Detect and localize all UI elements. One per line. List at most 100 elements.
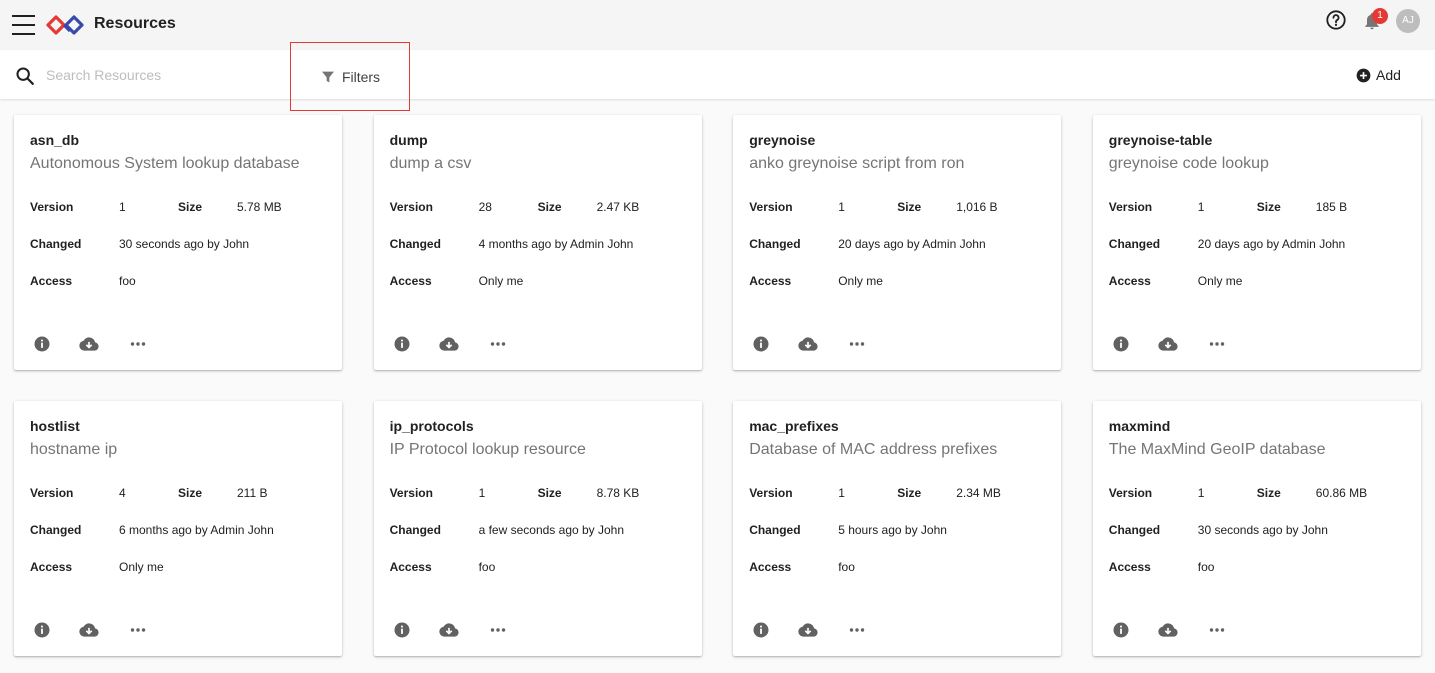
access-value: foo [119,274,136,288]
changed-value: 5 hours ago by John [838,523,947,537]
more-options-icon[interactable] [1207,621,1227,639]
size-value: 185 B [1315,200,1348,214]
resource-name[interactable]: mac_prefixes [749,418,839,434]
card-actions [751,621,891,639]
info-icon[interactable] [751,621,771,639]
hamburger-menu-icon[interactable] [12,15,36,35]
changed-value: 20 days ago by Admin John [838,237,986,251]
resource-name[interactable]: dump [390,132,428,148]
more-options-icon[interactable] [488,621,508,639]
user-avatar[interactable]: AJ [1396,9,1420,33]
access-label: Access [1108,274,1151,288]
version-label: Version [389,200,433,214]
version-label: Version [749,200,793,214]
info-icon[interactable] [1111,335,1131,353]
info-icon[interactable] [32,621,52,639]
card-actions [751,335,891,353]
changed-value: 30 seconds ago by John [1197,523,1328,537]
resource-name[interactable]: greynoise [749,132,815,148]
search-icon [16,67,34,85]
access-label: Access [749,560,792,574]
resource-description: Autonomous System lookup database [30,155,300,172]
info-icon[interactable] [392,335,412,353]
info-icon[interactable] [1111,621,1131,639]
info-icon[interactable] [392,621,412,639]
resource-description: greynoise code lookup [1108,155,1269,172]
version-label: Version [1108,200,1153,214]
version-value: 1 [838,200,845,214]
resource-card[interactable]: asn_db Autonomous System lookup database… [14,115,342,370]
help-icon[interactable] [1325,9,1347,31]
size-value: 1,016 B [956,200,998,214]
resource-card[interactable]: mac_prefixes Database of MAC address pre… [733,401,1062,656]
access-value: foo [838,560,855,574]
resource-name[interactable]: hostlist [30,418,80,434]
card-actions [1111,621,1251,639]
version-value: 1 [119,200,126,214]
version-value: 1 [1197,486,1205,500]
card-actions [32,335,172,353]
more-options-icon[interactable] [847,335,867,353]
size-value: 2.47 KB [596,200,640,214]
app-bar: Resources 1 AJ [0,0,1435,50]
size-label: Size [897,486,922,500]
resources-toolbar: Filters Add [0,42,1435,111]
version-value: 1 [478,486,486,500]
resource-card[interactable]: hostlist hostname ip Version 4 Size 211 … [14,401,342,656]
changed-label: Changed [389,523,441,537]
size-label: Size [1256,486,1281,500]
access-value: Only me [838,274,883,288]
resource-card[interactable]: greynoise anko greynoise script from ron… [733,115,1062,370]
resource-name[interactable]: maxmind [1109,418,1170,434]
download-icon[interactable] [1158,621,1178,639]
access-label: Access [30,560,73,574]
download-icon[interactable] [79,621,99,639]
resource-card[interactable]: greynoise-table greynoise code lookup Ve… [1092,115,1421,370]
more-options-icon[interactable] [1207,335,1227,353]
card-actions [1111,335,1251,353]
resource-card[interactable]: dump dump a csv Version 28 Size 2.47 KB … [373,115,702,370]
info-icon[interactable] [751,335,771,353]
changed-label: Changed [30,523,82,537]
app-logo [46,15,84,35]
add-circle-icon [1356,68,1371,82]
changed-label: Changed [1108,237,1161,251]
card-actions [32,621,172,639]
download-icon[interactable] [798,621,818,639]
changed-value: a few seconds ago by John [478,523,625,537]
resource-description: hostname ip [30,441,118,458]
changed-label: Changed [389,237,441,251]
resource-name[interactable]: greynoise-table [1109,132,1212,148]
access-label: Access [389,560,432,574]
download-icon[interactable] [1158,335,1178,353]
download-icon[interactable] [798,335,818,353]
version-value: 28 [478,200,492,214]
version-value: 1 [838,486,845,500]
more-options-icon[interactable] [847,621,867,639]
more-options-icon[interactable] [128,335,148,353]
filter-funnel-icon [321,71,334,82]
add-resource-button[interactable]: Add [1356,64,1401,86]
changed-value: 20 days ago by Admin John [1197,237,1346,251]
resource-description: IP Protocol lookup resource [389,441,586,458]
filters-button[interactable]: Filters [290,42,410,111]
download-icon[interactable] [438,335,459,353]
resource-card[interactable]: maxmind The MaxMind GeoIP database Versi… [1092,401,1421,656]
size-label: Size [897,200,922,214]
changed-value: 6 months ago by Admin John [119,523,274,537]
download-icon[interactable] [438,621,459,639]
size-value: 5.78 MB [237,200,282,214]
resource-name[interactable]: ip_protocols [390,418,474,434]
access-label: Access [30,274,73,288]
download-icon[interactable] [79,335,99,353]
more-options-icon[interactable] [488,335,508,353]
info-icon[interactable] [32,335,52,353]
resource-card[interactable]: ip_protocols IP Protocol lookup resource… [373,401,702,656]
search-input[interactable] [46,64,266,86]
version-label: Version [30,200,74,214]
changed-label: Changed [749,523,801,537]
version-label: Version [30,486,74,500]
more-options-icon[interactable] [128,621,148,639]
size-value: 211 B [237,486,268,500]
resource-name[interactable]: asn_db [30,132,79,148]
